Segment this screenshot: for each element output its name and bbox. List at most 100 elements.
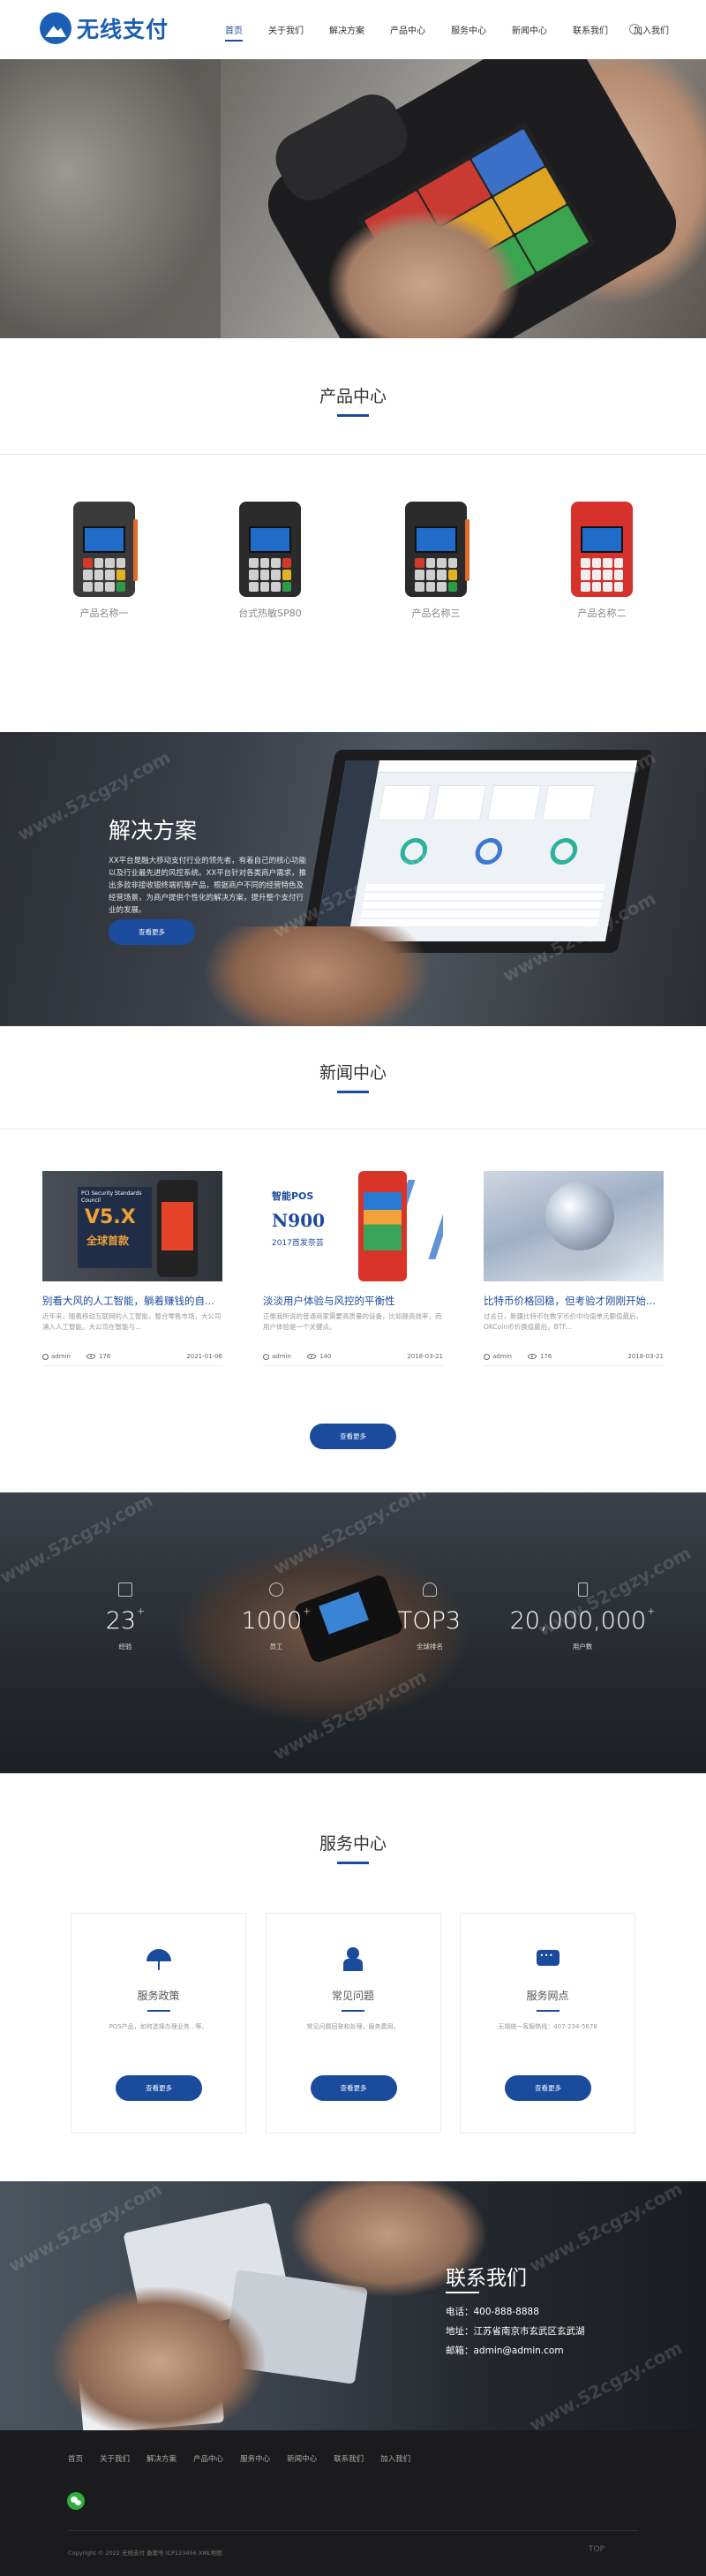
stat-label: 经验 bbox=[118, 1643, 132, 1651]
news-date: 2018-03-21 bbox=[627, 1353, 664, 1360]
news-more-button[interactable]: 查看更多 bbox=[310, 1424, 396, 1449]
news-thumbnail: 智能POS N900 2017首发奈芸 bbox=[263, 1171, 443, 1281]
stat-number: TOP3 bbox=[397, 1607, 462, 1635]
footer-nav-news[interactable]: 新闻中心 bbox=[287, 2453, 317, 2464]
service-description: 常见问题回答和处理，服务费用。 bbox=[306, 2023, 400, 2030]
services-title-underline bbox=[337, 1862, 369, 1864]
product-label: 产品名称二 bbox=[577, 608, 627, 619]
site-footer: 首页 关于我们 解决方案 产品中心 服务中心 新闻中心 联系我们 加入我们 Co… bbox=[0, 2430, 706, 2576]
stat-label: 用户数 bbox=[572, 1643, 593, 1651]
news-date: 2021-01-06 bbox=[186, 1353, 222, 1360]
page: 无线支付 首页 关于我们 解决方案 产品中心 服务中心 新闻中心 联系我们 加入… bbox=[0, 0, 706, 2576]
news-image-text: V5.X bbox=[85, 1206, 136, 1228]
product-card[interactable]: 产品名称一 bbox=[34, 495, 175, 620]
solution-description: XX平台是融大移动支付行业的领先者，有着自己的核心功能以及行业最先进的风控系统。… bbox=[109, 857, 307, 915]
news-author: admin bbox=[51, 1353, 71, 1360]
news-views: 176 bbox=[539, 1353, 552, 1360]
contact-title-underline bbox=[446, 2292, 479, 2293]
user-icon bbox=[484, 1353, 490, 1360]
stat-suffix: + bbox=[647, 1605, 656, 1617]
nav-item-solutions[interactable]: 解决方案 bbox=[329, 0, 364, 59]
contact-address-row: 地址：江苏省南京市玄武区玄武湖 bbox=[446, 2324, 585, 2338]
nav-item-services[interactable]: 服务中心 bbox=[451, 0, 486, 59]
nav-item-contact[interactable]: 联系我们 bbox=[573, 0, 608, 59]
nav-item-about[interactable]: 关于我们 bbox=[268, 0, 304, 59]
product-label: 台式热敏SP80 bbox=[238, 608, 302, 619]
hero-hand-image-2 bbox=[327, 209, 521, 338]
product-label: 产品名称一 bbox=[79, 608, 129, 619]
news-title[interactable]: 比特币价格回稳，但考验才刚刚开始... bbox=[484, 1294, 664, 1308]
news-list: PCI Security Standards Council V5.X 全球首款… bbox=[42, 1171, 664, 1366]
contact-address-label: 地址： bbox=[446, 2326, 474, 2337]
product-image bbox=[405, 502, 469, 597]
contact-phone-row: 电话：400-888-8888 bbox=[446, 2305, 539, 2318]
solution-title: 解决方案 bbox=[109, 818, 198, 843]
stats-section: www.52cgzy.com www.52cgzy.com www.52cgzy… bbox=[0, 1492, 706, 1773]
news-excerpt: 近年来，随着移动互联网的人工智能，整合零售市场，大公司涌入人工智能。大公司在智能… bbox=[42, 1312, 222, 1331]
news-image-text: N900 bbox=[272, 1210, 326, 1231]
service-title: 常见问题 bbox=[331, 1990, 374, 2002]
footer-nav-home[interactable]: 首页 bbox=[68, 2453, 83, 2464]
logo-icon bbox=[40, 12, 71, 44]
news-title: 新闻中心 bbox=[319, 1063, 387, 1083]
stat-item: 23 + 经验 bbox=[55, 1583, 196, 1651]
products-title: 产品中心 bbox=[319, 387, 387, 406]
product-card[interactable]: 产品名称二 bbox=[531, 495, 672, 620]
contact-phone-label: 电话： bbox=[446, 2307, 474, 2317]
contact-phone[interactable]: 400-888-8888 bbox=[474, 2307, 539, 2317]
footer-nav-products[interactable]: 产品中心 bbox=[193, 2453, 223, 2464]
watermark-text: www.52cgzy.com bbox=[525, 2181, 686, 2277]
footer-nav-contact[interactable]: 联系我们 bbox=[334, 2453, 364, 2464]
nav-item-news[interactable]: 新闻中心 bbox=[512, 0, 547, 59]
services-title: 服务中心 bbox=[319, 1834, 387, 1854]
news-image-text: 全球首款 bbox=[86, 1235, 130, 1247]
news-excerpt: 过去日，新疆比特币在数字币价中均值单元额值最后，OKCoin币价换值最后，BTF… bbox=[484, 1312, 642, 1331]
footer-nav-solutions[interactable]: 解决方案 bbox=[146, 2453, 176, 2464]
service-description: 无锡统一客服热线：407-234-5678 bbox=[498, 2023, 597, 2030]
news-image-text: 2017首发奈芸 bbox=[272, 1239, 324, 1248]
footer-nav-services[interactable]: 服务中心 bbox=[240, 2453, 270, 2464]
eye-icon bbox=[86, 1354, 95, 1359]
hand-image bbox=[53, 2287, 265, 2430]
chat-icon bbox=[535, 1945, 561, 1972]
nav-item-products[interactable]: 产品中心 bbox=[390, 0, 425, 59]
footer-nav: 首页 关于我们 解决方案 产品中心 服务中心 新闻中心 联系我们 加入我们 bbox=[68, 2453, 427, 2464]
news-title[interactable]: 别看大风的人工智能，躺着赚钱的自... bbox=[42, 1294, 222, 1308]
service-more-button[interactable]: 查看更多 bbox=[116, 2075, 202, 2101]
product-card[interactable]: 台式热敏SP80 bbox=[199, 495, 341, 620]
news-card[interactable]: 比特币价格回稳，但考验才刚刚开始... 过去日，新疆比特币在数字币价中均值单元额… bbox=[484, 1171, 664, 1366]
news-excerpt: 正像我所说的普通商家需要高质量的设备，比如提高效率，而用户体验是一个关键点。 bbox=[263, 1312, 442, 1331]
stat-number: 23 bbox=[105, 1607, 137, 1635]
footer-nav-join[interactable]: 加入我们 bbox=[380, 2453, 410, 2464]
product-image bbox=[73, 502, 138, 597]
news-title[interactable]: 淡淡用户体验与风控的平衡性 bbox=[263, 1294, 443, 1308]
products-title-underline bbox=[337, 414, 369, 417]
logo[interactable]: 无线支付 bbox=[40, 12, 169, 44]
eye-icon bbox=[306, 1354, 316, 1359]
hands-image bbox=[203, 926, 432, 1026]
service-underline bbox=[146, 2010, 170, 2012]
product-list: 产品名称一 台式热敏SP80 产品名称三 产品名称二 bbox=[34, 495, 672, 620]
footer-divider bbox=[68, 2530, 638, 2531]
news-meta: admin 140 2018-03-21 bbox=[263, 1353, 443, 1366]
service-more-button[interactable]: 查看更多 bbox=[310, 2075, 397, 2101]
news-card[interactable]: 智能POS N900 2017首发奈芸 淡淡用户体验与风控的平衡性 正像我所说的… bbox=[263, 1171, 443, 1366]
news-author: admin bbox=[272, 1353, 291, 1360]
stat-number: 20,000,000 bbox=[509, 1607, 647, 1635]
product-card[interactable]: 产品名称三 bbox=[365, 495, 507, 620]
main-nav: 首页 关于我们 解决方案 产品中心 服务中心 新闻中心 联系我们 加入我们 bbox=[225, 0, 695, 59]
news-card[interactable]: PCI Security Standards Council V5.X 全球首款… bbox=[42, 1171, 222, 1366]
nav-item-home[interactable]: 首页 bbox=[225, 0, 243, 59]
divider bbox=[0, 454, 706, 455]
service-more-button[interactable]: 查看更多 bbox=[505, 2075, 591, 2101]
back-to-top-button[interactable]: TOP bbox=[589, 2545, 605, 2554]
search-icon[interactable] bbox=[629, 24, 640, 34]
service-underline bbox=[342, 2010, 364, 2012]
wechat-icon[interactable] bbox=[67, 2492, 85, 2510]
solution-more-button[interactable]: 查看更多 bbox=[109, 919, 195, 945]
contact-email[interactable]: admin@admin.com bbox=[474, 2346, 564, 2356]
hero-banner bbox=[0, 59, 706, 338]
users-icon bbox=[269, 1583, 283, 1597]
footer-nav-about[interactable]: 关于我们 bbox=[100, 2453, 130, 2464]
stat-item: 1000 + 员工 bbox=[206, 1583, 347, 1651]
